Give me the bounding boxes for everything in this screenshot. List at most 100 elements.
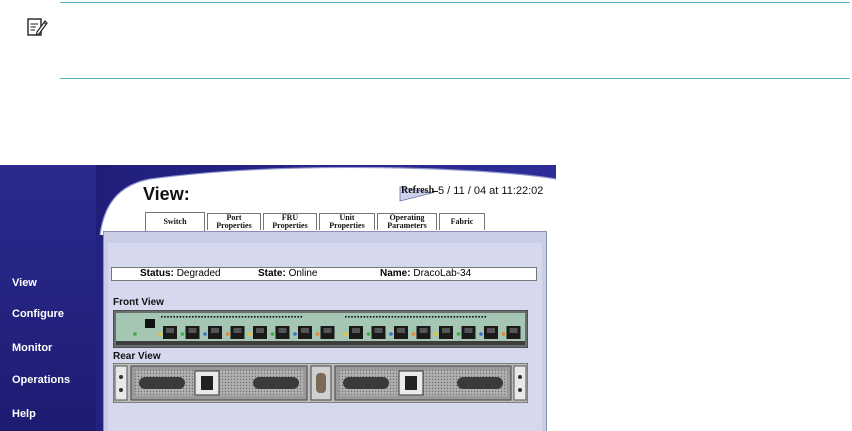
status-dot <box>447 316 449 318</box>
rear-view-chassis <box>113 363 528 403</box>
status-dot <box>469 316 471 318</box>
sfp-port-slot <box>233 328 242 333</box>
nav-configure[interactable]: Configure <box>12 308 64 320</box>
status-dot <box>170 316 172 318</box>
status-dot <box>475 316 477 318</box>
sfp-port-slot <box>166 328 174 333</box>
status-dot <box>238 316 241 318</box>
tab-label: Switch <box>163 217 187 226</box>
status-dot <box>357 316 359 318</box>
front-view-chassis <box>113 310 528 348</box>
tab-switch[interactable]: Switch <box>145 212 205 231</box>
status-dot <box>394 316 397 318</box>
tab-fabric[interactable]: Fabric <box>439 213 485 230</box>
nav-view[interactable]: View <box>12 277 37 289</box>
status-dot <box>285 316 287 318</box>
status-dot <box>354 316 356 318</box>
port-led <box>248 332 252 336</box>
status-dot <box>219 316 222 318</box>
status-dot <box>397 316 400 318</box>
status-dot <box>207 316 210 318</box>
sfp-port-slot <box>211 328 219 333</box>
port-led <box>293 332 297 336</box>
status-dot <box>275 316 278 318</box>
status-dot <box>382 316 384 318</box>
sfp-port-slot <box>509 328 518 333</box>
status-dot <box>428 316 431 318</box>
status-dot <box>379 316 381 318</box>
status-dot <box>272 316 275 318</box>
status-dot <box>484 316 487 318</box>
tab-operating-parameters[interactable]: Operating Parameters <box>377 213 437 230</box>
port-led <box>434 332 438 336</box>
status-dot <box>188 316 191 318</box>
page-title: View: <box>143 184 190 204</box>
status-dot <box>257 316 259 318</box>
status-dot <box>226 316 228 318</box>
status-dot <box>422 316 425 318</box>
port-led <box>180 332 185 336</box>
port-led <box>389 332 393 336</box>
status-dot <box>372 316 375 318</box>
status-dot <box>288 316 290 318</box>
status-dot <box>216 316 219 318</box>
tab-label: Fabric <box>450 217 474 226</box>
port-led <box>456 332 461 336</box>
status-dot <box>348 316 350 318</box>
status-dot <box>478 316 480 318</box>
front-view-title: Front View <box>113 297 164 308</box>
status-dot <box>416 316 418 318</box>
status-dot <box>456 316 459 318</box>
status-label: Status: <box>140 268 174 279</box>
sfp-port-slot <box>301 328 309 333</box>
tab-label: Properties <box>329 221 365 230</box>
status-value: Degraded <box>176 268 221 279</box>
status-dot <box>425 316 428 318</box>
sfp-port-slot <box>397 328 405 333</box>
status-dot <box>297 316 299 318</box>
status-dot <box>269 316 272 318</box>
status-dot <box>413 316 415 318</box>
switch-manager-app: View Configure Monitor Operations Help V… <box>0 165 556 431</box>
status-dot <box>472 316 474 318</box>
sfp-port-slot <box>278 328 287 333</box>
status-dot <box>369 316 372 318</box>
status-dot <box>345 316 347 318</box>
tab-unit-properties[interactable]: Unit Properties <box>319 213 375 230</box>
status-dot <box>223 316 225 318</box>
status-dot <box>431 316 434 318</box>
status-dot <box>210 316 213 318</box>
status-dot <box>229 316 231 318</box>
status-bar: Status: Degraded State: Online Name: Dra… <box>111 267 537 281</box>
status-dot <box>201 316 203 318</box>
state-field: State: Online <box>258 268 317 280</box>
status-dot <box>366 316 369 318</box>
tab-fru-properties[interactable]: FRU Properties <box>263 213 317 230</box>
nav-help[interactable]: Help <box>12 408 36 420</box>
note-pencil-icon <box>27 18 48 36</box>
status-dot <box>173 316 175 318</box>
nav-monitor[interactable]: Monitor <box>12 342 52 354</box>
status-dot <box>444 316 446 318</box>
sfp-port-slot <box>374 328 383 333</box>
status-dot <box>376 316 378 318</box>
nav-operations[interactable]: Operations <box>12 374 70 386</box>
status-dot <box>266 316 268 318</box>
tab-port-properties[interactable]: Port Properties <box>207 213 261 230</box>
sfp-port-slot <box>464 328 473 333</box>
note-top-rule <box>60 2 850 3</box>
port-led <box>270 332 275 336</box>
port-led <box>366 332 371 336</box>
sfp-port-slot <box>487 328 495 333</box>
status-dot <box>388 316 390 318</box>
status-dot <box>434 316 437 318</box>
status-dot <box>195 316 197 318</box>
status-dot <box>250 316 253 318</box>
name-label: Name: <box>380 268 411 279</box>
note-bottom-rule <box>60 78 850 79</box>
port-led <box>315 332 320 336</box>
power-led <box>133 332 137 336</box>
status-dot <box>164 316 166 318</box>
status-dot <box>161 316 163 318</box>
port-led <box>158 332 162 336</box>
